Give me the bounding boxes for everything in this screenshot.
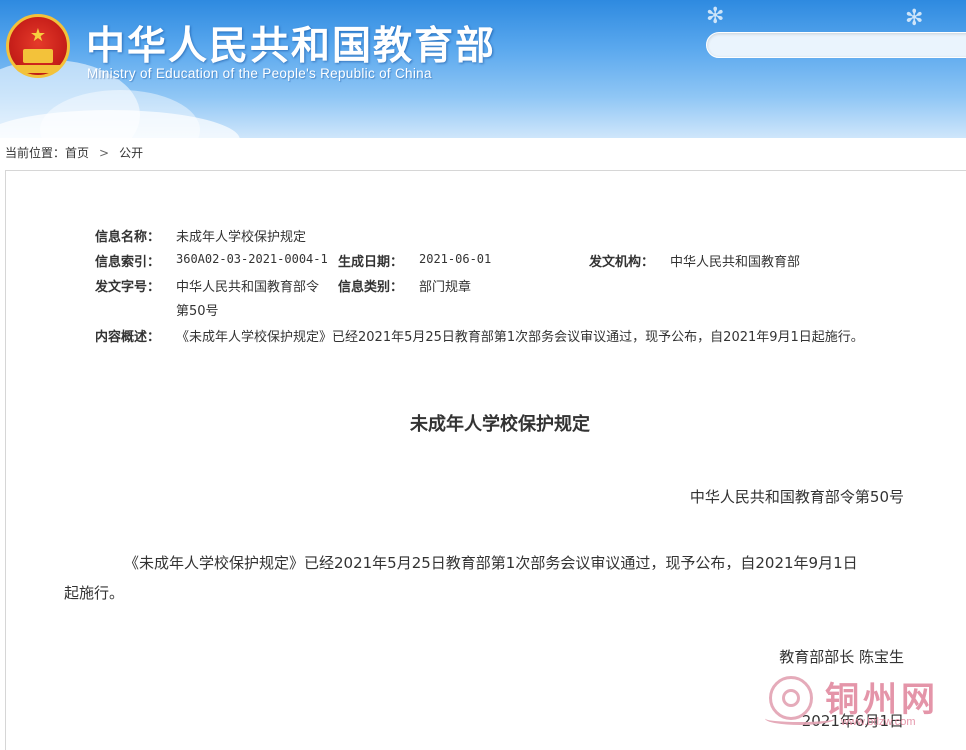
info-index-label: 信息索引： bbox=[95, 255, 161, 270]
dandelion-decoration: ✻ bbox=[905, 6, 924, 31]
site-title: 中华人民共和国教育部 bbox=[86, 24, 497, 69]
body-line-1: 《未成年人学校保护规定》已经2021年5月25日教育部第1次部务会议审议通过，现… bbox=[124, 554, 858, 572]
watermark-text: 铜州网 bbox=[825, 680, 939, 720]
dandelion-decoration: ✻ bbox=[706, 4, 725, 29]
summary-label: 内容概述： bbox=[95, 330, 161, 345]
cloud-decoration bbox=[0, 110, 240, 138]
breadcrumb: 当前位置：首页 > 公开 bbox=[5, 144, 143, 161]
document-title: 未成年人学校保护规定 bbox=[410, 414, 590, 435]
info-name-label: 信息名称： bbox=[95, 230, 161, 245]
issuer-label: 发文机构： bbox=[589, 255, 655, 270]
national-emblem-icon: ★ bbox=[6, 14, 70, 78]
body-line-2: 起施行。 bbox=[64, 584, 125, 602]
watermark-url: www.btlzw.com bbox=[841, 716, 916, 728]
site-subtitle: Ministry of Education of the People's Re… bbox=[87, 66, 432, 81]
site-watermark: 铜州网 www.btlzw.com bbox=[765, 672, 965, 736]
signer: 教育部部长 陈宝生 bbox=[779, 648, 904, 666]
summary-value: 《未成年人学校保护规定》已经2021年5月25日教育部第1次部务会议审议通过，现… bbox=[176, 330, 864, 345]
doc-number-label: 发文字号： bbox=[95, 280, 161, 295]
search-input[interactable] bbox=[706, 32, 966, 58]
doc-number-value-line2: 第50号 bbox=[176, 304, 219, 319]
order-number: 中华人民共和国教育部令第50号 bbox=[689, 488, 904, 506]
doc-number-value-line1: 中华人民共和国教育部令 bbox=[176, 280, 320, 295]
breadcrumb-current-link[interactable]: 公开 bbox=[119, 146, 143, 160]
chevron-right-icon: > bbox=[99, 146, 110, 160]
breadcrumb-home-link[interactable]: 首页 bbox=[65, 146, 89, 160]
info-category-value: 部门规章 bbox=[419, 280, 472, 295]
info-name-value: 未成年人学校保护规定 bbox=[176, 230, 307, 245]
info-category-label: 信息类别： bbox=[338, 280, 404, 295]
create-date-label: 生成日期： bbox=[338, 255, 404, 270]
document-body: 《未成年人学校保护规定》已经2021年5月25日教育部第1次部务会议审议通过，现… bbox=[64, 548, 909, 608]
site-header: ✻ ✻ ✻ ★ 中华人民共和国教育部 Ministry of Education… bbox=[0, 0, 966, 138]
create-date-value: 2021-06-01 bbox=[419, 252, 492, 266]
issuer-value: 中华人民共和国教育部 bbox=[670, 255, 801, 270]
breadcrumb-prefix: 当前位置： bbox=[5, 146, 66, 160]
info-index-value: 360A02-03-2021-0004-1 bbox=[176, 252, 328, 266]
